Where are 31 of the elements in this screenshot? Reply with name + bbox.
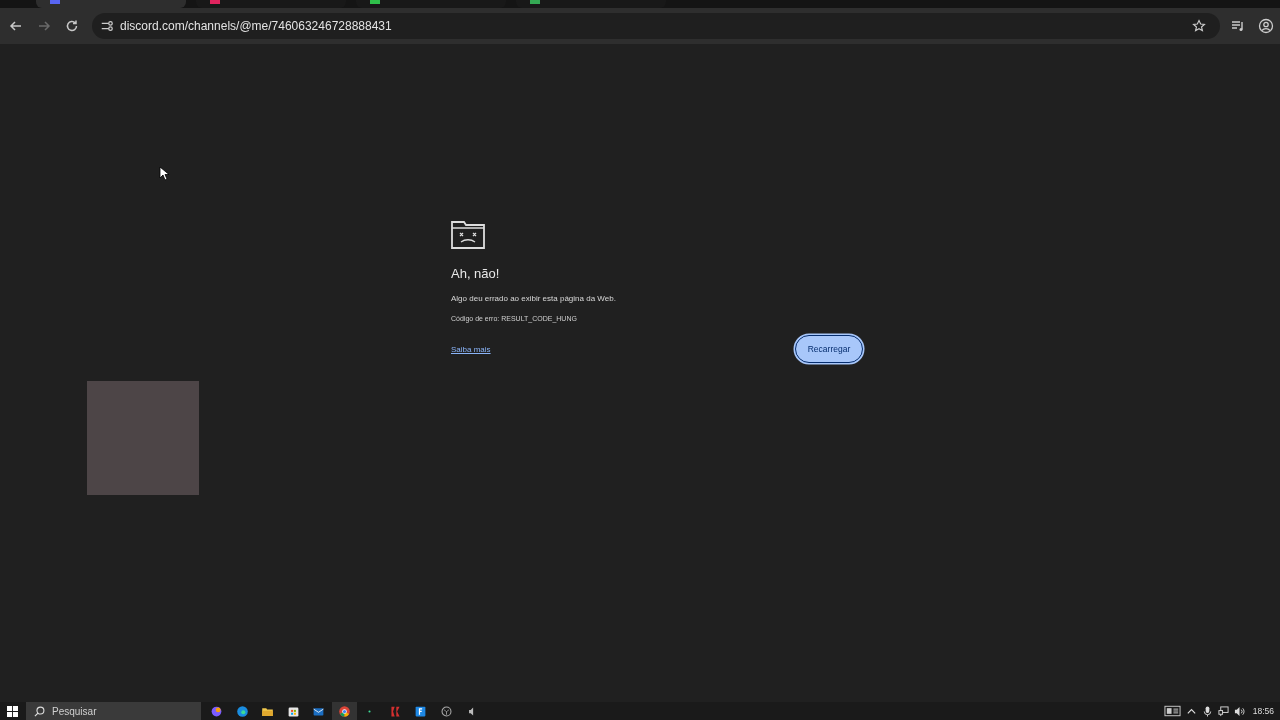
browser-tab[interactable]: [516, 0, 666, 8]
browser-tab[interactable]: [196, 0, 346, 8]
browser-tab[interactable]: [36, 0, 186, 8]
taskbar-search-field[interactable]: Pesquisar: [26, 702, 201, 720]
learn-more-link[interactable]: Saiba mais: [451, 344, 491, 354]
mouse-pointer-icon: [159, 166, 169, 181]
search-placeholder: Pesquisar: [52, 705, 97, 717]
windows-start-icon[interactable]: [7, 705, 18, 717]
circle-app-icon: [439, 704, 453, 718]
store-icon: [286, 704, 300, 718]
speaker-icon[interactable]: [1233, 705, 1245, 717]
bookmark-star-icon[interactable]: [1192, 19, 1206, 33]
clock-time[interactable]: 18:56: [1252, 706, 1274, 716]
error-message: Algo deu errado ao exibir esta página da Web.: [451, 294, 617, 303]
sad-folder-icon: [451, 221, 485, 249]
profile-icon[interactable]: [1256, 18, 1276, 34]
reload-button[interactable]: Recarregar: [795, 335, 863, 363]
browser-tab[interactable]: [356, 0, 506, 8]
letter-f-app-icon: [414, 704, 428, 718]
network-icon[interactable]: [1217, 705, 1229, 717]
news-icon[interactable]: [1163, 705, 1181, 717]
chrome-icon: [337, 704, 351, 718]
bracket-logo-icon: [388, 704, 402, 718]
site-settings-icon[interactable]: [100, 19, 114, 33]
taskbar-app-button[interactable]: [331, 702, 357, 720]
address-bar[interactable]: discord.com/channels/@me/746063246728888431: [92, 13, 1220, 39]
edge-icon: [235, 704, 249, 718]
microphone-icon[interactable]: [1201, 705, 1213, 717]
error-heading: Ah, não!: [451, 266, 501, 281]
search-icon: [34, 705, 45, 717]
copilot-icon: [210, 704, 224, 718]
